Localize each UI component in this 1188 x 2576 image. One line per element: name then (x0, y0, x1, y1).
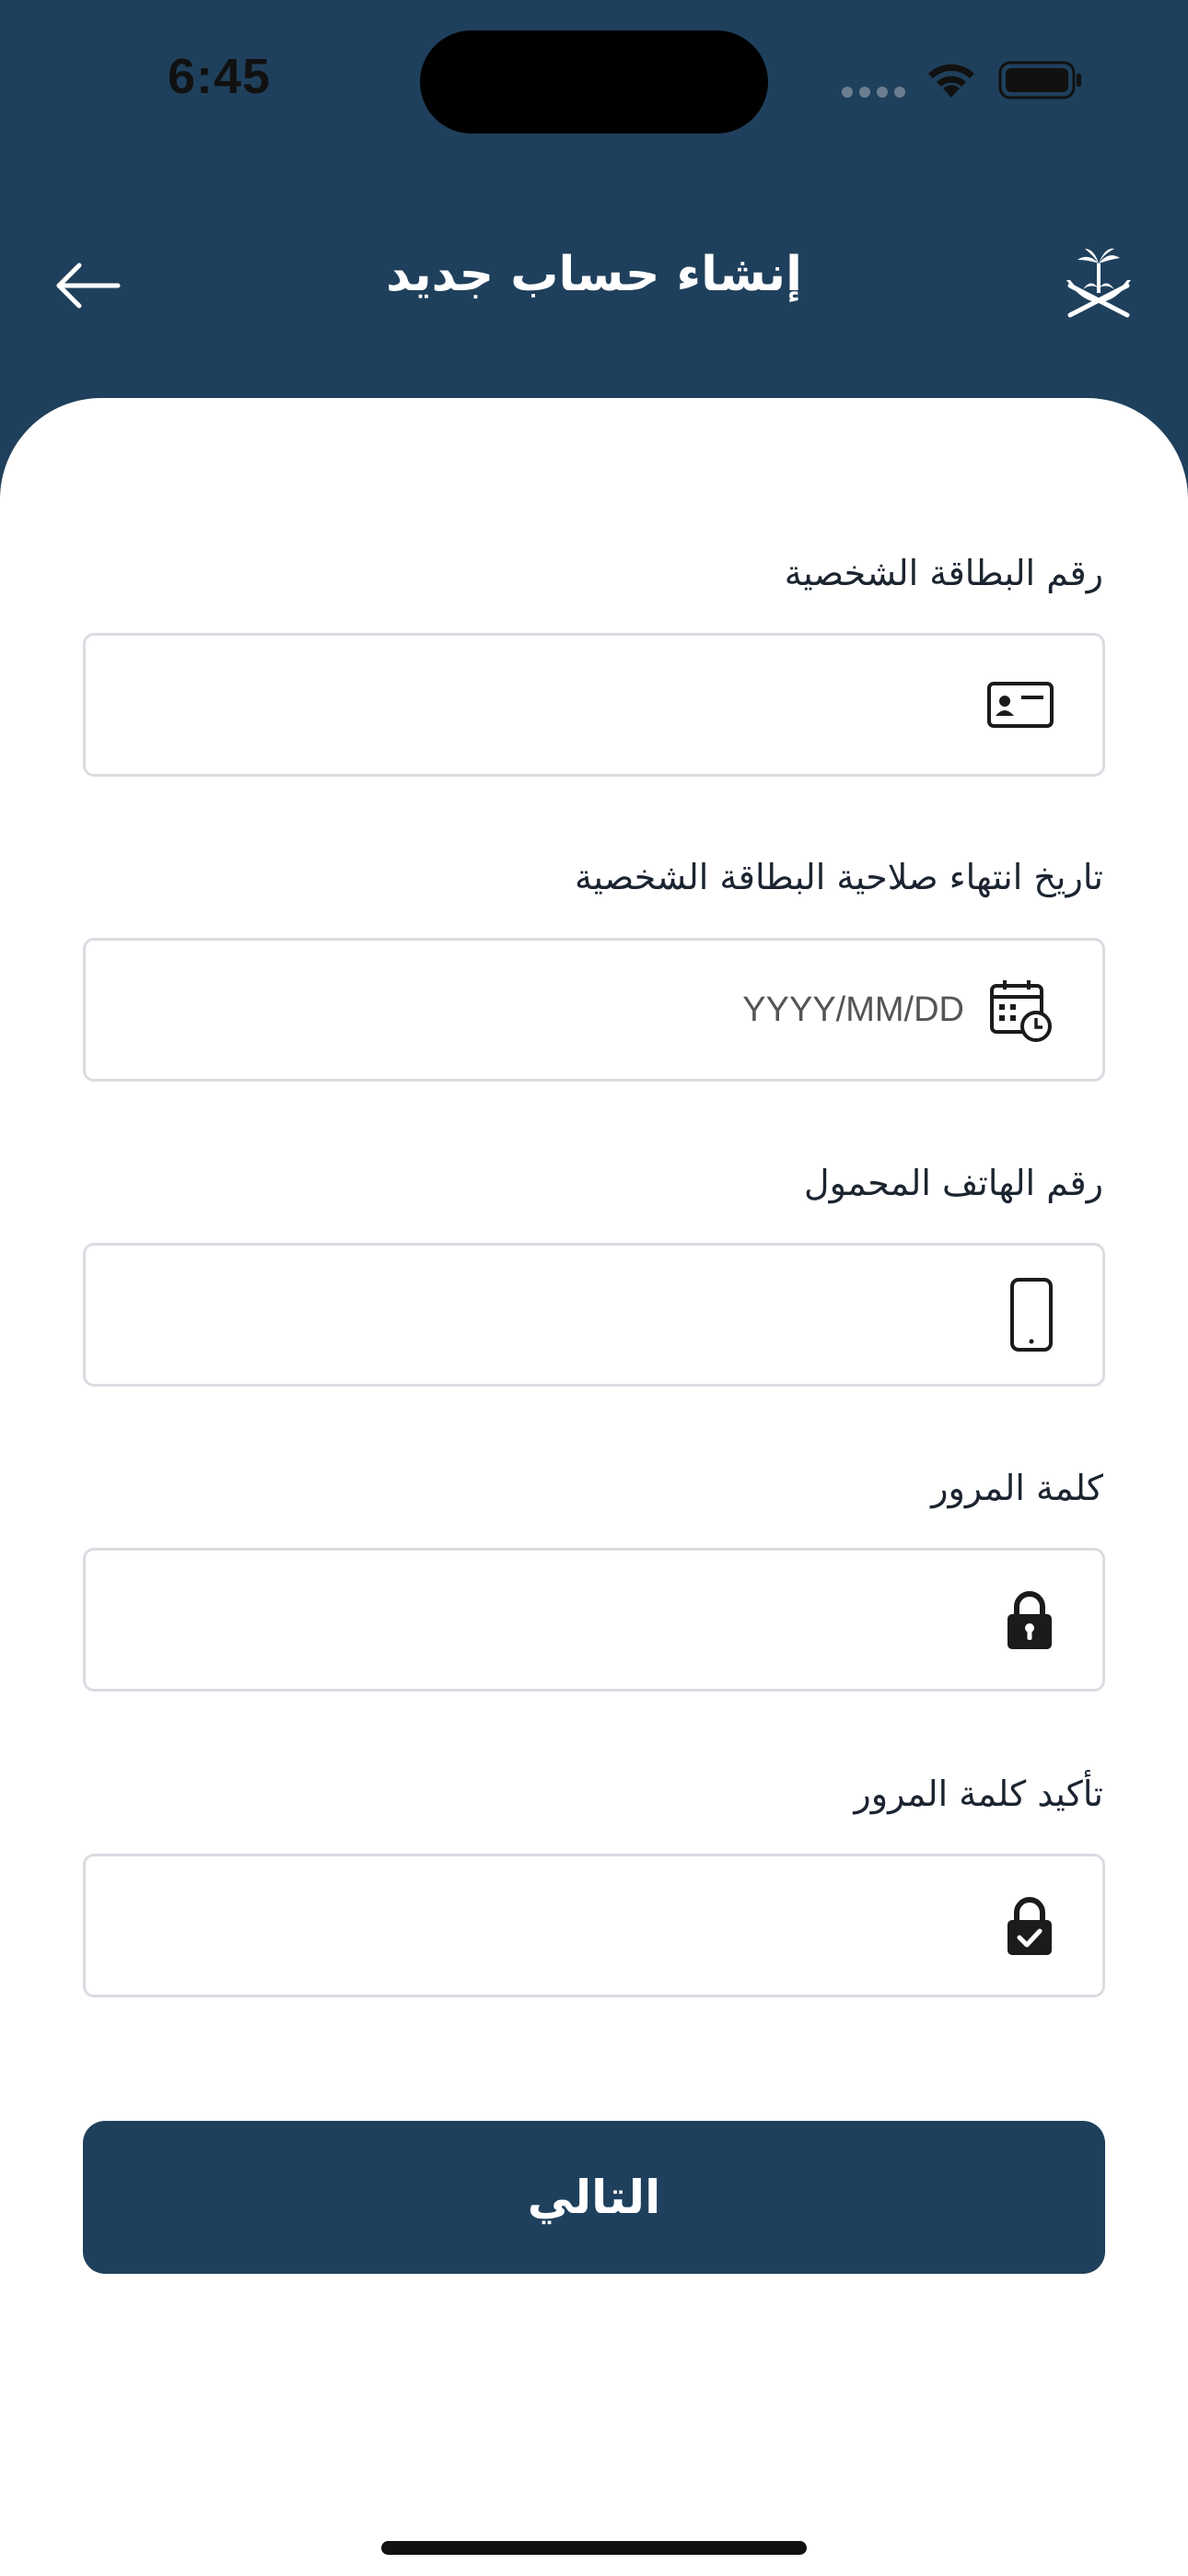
cellular-signal-icon (842, 87, 905, 98)
password-input[interactable] (113, 1551, 964, 1689)
confirm-password-input[interactable] (113, 1856, 964, 1995)
wifi-icon (928, 64, 974, 98)
battery-icon (998, 61, 1081, 100)
id-number-input[interactable] (113, 636, 964, 774)
password-label: كلمة المرور (931, 1468, 1103, 1508)
confirm-password-field[interactable] (83, 1854, 1105, 1997)
mobile-number-label: رقم الهاتف المحمول (804, 1163, 1103, 1203)
home-indicator (381, 2541, 807, 2555)
mobile-number-field[interactable] (83, 1243, 1105, 1387)
confirm-password-label: تأكيد كلمة المرور (854, 1774, 1103, 1814)
id-number-field[interactable] (83, 633, 1105, 777)
next-button[interactable]: التالي (83, 2121, 1105, 2274)
id-expiry-field[interactable] (83, 938, 1105, 1082)
status-bar: 6:45 (0, 0, 1188, 166)
mobile-number-input[interactable] (113, 1246, 964, 1384)
app-header: إنشاء حساب جديد (0, 221, 1188, 341)
status-time: 6:45 (168, 49, 272, 104)
emblem-logo-icon (1066, 248, 1131, 318)
id-expiry-input[interactable] (113, 941, 964, 1079)
calendar-clock-icon (990, 980, 1052, 1042)
page-title: إنشاء حساب جديد (386, 247, 802, 302)
lock-check-icon (1007, 1897, 1052, 1955)
dynamic-island (420, 30, 768, 134)
id-number-label: رقم البطاقة الشخصية (784, 553, 1103, 593)
lock-icon (1007, 1591, 1052, 1649)
id-expiry-label: تاريخ انتهاء صلاحية البطاقة الشخصية (574, 857, 1103, 897)
id-card-icon (987, 682, 1054, 728)
mobile-phone-icon (1010, 1278, 1053, 1352)
password-field[interactable] (83, 1548, 1105, 1692)
